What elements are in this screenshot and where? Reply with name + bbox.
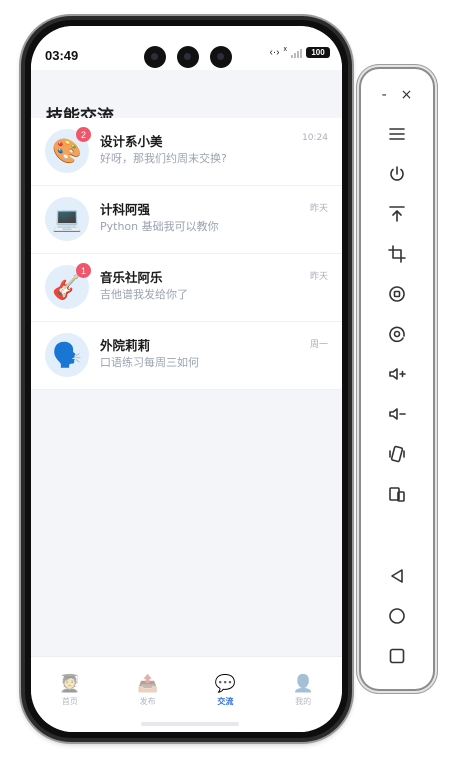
tab-label: 首页 bbox=[61, 697, 78, 706]
chat-name: 计科阿强 bbox=[100, 202, 151, 217]
chat-message: 吉他谱我发给你了 bbox=[100, 288, 188, 301]
chat-bubble-icon: 💬 bbox=[214, 674, 236, 694]
chat-item[interactable]: 🎸 1 音乐社阿乐 吉他谱我发给你了 昨天 bbox=[31, 254, 342, 322]
tab-exchange[interactable]: 💬 交流 bbox=[187, 675, 265, 707]
laptop-icon: 💻 bbox=[45, 197, 89, 241]
battery-icon: 100 bbox=[306, 47, 330, 58]
home-indicator[interactable] bbox=[141, 722, 239, 726]
student-icon: 🧑‍🎓 bbox=[59, 674, 81, 694]
tab-label: 交流 bbox=[217, 697, 234, 706]
chat-time: 周一 bbox=[309, 340, 328, 350]
status-time: 03:49 bbox=[45, 48, 79, 63]
status-bar: 03:49 ‹·› x 100 bbox=[31, 26, 342, 70]
camera-icon bbox=[210, 46, 232, 68]
tab-publish[interactable]: 📤 发布 bbox=[109, 675, 187, 707]
chat-item[interactable]: 💻 计科阿强 Python 基础我可以教你 昨天 bbox=[31, 186, 342, 254]
chat-time: 10:24 bbox=[302, 133, 328, 143]
emulator-toolbar: - × bbox=[361, 69, 433, 689]
status-icons: ‹·› x 100 bbox=[269, 46, 330, 58]
volume-up-icon[interactable] bbox=[385, 362, 409, 386]
camera-icon bbox=[177, 46, 199, 68]
palette-icon: 🎨 2 bbox=[45, 127, 91, 173]
phone-bezel: 03:49 ‹·› x 100 技能交流 🎨 2 设计系小美 好呀，那我们约周末… bbox=[25, 20, 348, 738]
unread-badge: 1 bbox=[76, 263, 91, 278]
chat-time: 昨天 bbox=[309, 204, 328, 214]
signal-icon bbox=[291, 48, 302, 58]
tab-profile[interactable]: 👤 我的 bbox=[264, 675, 342, 707]
bottom-tab-bar: 🧑‍🎓 首页 📤 发布 💬 交流 👤 我的 bbox=[31, 656, 342, 732]
chat-item[interactable]: 🗣️ 外院莉莉 口语练习每周三如何 周一 bbox=[31, 322, 342, 390]
chat-time: 昨天 bbox=[309, 272, 328, 282]
avatar-glyph: 💻 bbox=[52, 205, 82, 233]
avatar-glyph: 🎨 bbox=[52, 137, 82, 165]
outbox-icon: 📤 bbox=[137, 674, 159, 694]
home-icon[interactable] bbox=[385, 604, 409, 628]
back-icon[interactable] bbox=[385, 564, 409, 588]
person-icon: 👤 bbox=[292, 674, 314, 694]
chat-name: 外院莉莉 bbox=[100, 338, 151, 353]
chat-message: 口语练习每周三如何 bbox=[100, 356, 199, 369]
rotate-icon[interactable] bbox=[385, 282, 409, 306]
screen-record-icon[interactable] bbox=[385, 322, 409, 346]
avatar-glyph: 🎸 bbox=[52, 273, 82, 301]
chat-message: Python 基础我可以教你 bbox=[100, 220, 219, 233]
minimize-button[interactable]: - bbox=[382, 87, 387, 103]
tab-home[interactable]: 🧑‍🎓 首页 bbox=[31, 675, 109, 707]
guitar-icon: 🎸 1 bbox=[45, 263, 91, 309]
chat-list: 🎨 2 设计系小美 好呀，那我们约周末交换? 10:24 💻 计科阿强 Pyth… bbox=[31, 118, 342, 390]
chat-name: 设计系小美 bbox=[100, 134, 163, 149]
phone-frame: 03:49 ‹·› x 100 技能交流 🎨 2 设计系小美 好呀，那我们约周末… bbox=[21, 16, 352, 742]
power-icon[interactable] bbox=[385, 162, 409, 186]
phone-screen: 03:49 ‹·› x 100 技能交流 🎨 2 设计系小美 好呀，那我们约周末… bbox=[31, 26, 342, 732]
avatar-glyph: 🗣️ bbox=[52, 341, 82, 369]
tab-label: 发布 bbox=[139, 697, 156, 706]
unread-badge: 2 bbox=[76, 127, 91, 142]
chat-name: 音乐社阿乐 bbox=[100, 270, 163, 285]
shake-icon[interactable] bbox=[385, 442, 409, 466]
chat-item[interactable]: 🎨 2 设计系小美 好呀，那我们约周末交换? 10:24 bbox=[31, 118, 342, 186]
recents-icon[interactable] bbox=[385, 644, 409, 668]
speaking-head-icon: 🗣️ bbox=[45, 333, 89, 377]
chat-message: 好呀，那我们约周末交换? bbox=[100, 152, 227, 165]
network-icon: ‹·› bbox=[269, 47, 280, 58]
menu-icon[interactable] bbox=[385, 122, 409, 146]
camera-icon bbox=[144, 46, 166, 68]
fold-icon[interactable] bbox=[385, 482, 409, 506]
no-signal-icon: x bbox=[283, 46, 288, 53]
crop-icon[interactable] bbox=[385, 242, 409, 266]
volume-down-icon[interactable] bbox=[385, 402, 409, 426]
pin-top-icon[interactable] bbox=[385, 202, 409, 226]
close-button[interactable]: × bbox=[401, 87, 413, 103]
tab-label: 我的 bbox=[295, 697, 312, 706]
